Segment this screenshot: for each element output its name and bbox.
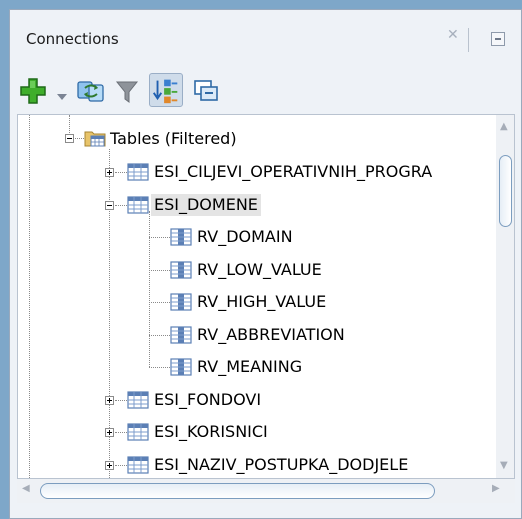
vertical-scrollbar[interactable]: ▲ ▼	[496, 115, 514, 478]
horizontal-scroll-thumb[interactable]	[40, 483, 435, 499]
connections-panel: Connections ✕ Tables (Filtered) ESI_CILJ…	[9, 9, 522, 519]
tree-guide-line	[149, 335, 170, 336]
tree-node-table[interactable]: ESI_KORISNICI	[151, 421, 271, 443]
refresh-icon[interactable]	[75, 76, 107, 106]
header-divider	[468, 28, 469, 52]
tree-guide-line	[149, 211, 150, 367]
table-icon	[127, 162, 149, 182]
tree-guide-line	[149, 270, 170, 271]
table-icon	[127, 390, 149, 410]
scroll-up-icon[interactable]: ▲	[500, 121, 508, 132]
close-icon[interactable]: ✕	[447, 27, 459, 43]
column-icon	[170, 325, 192, 345]
dropdown-arrow-icon[interactable]	[57, 87, 67, 100]
tree-node-column[interactable]: RV_DOMAIN	[194, 226, 296, 248]
panel-title: Connections	[26, 30, 119, 48]
tree-node-table[interactable]: ESI_FONDOVI	[151, 389, 264, 411]
collapse-toggle[interactable]	[105, 201, 114, 210]
tree-guide-line	[69, 115, 70, 135]
tree-guide-line	[115, 432, 127, 433]
tree-guide-line	[115, 205, 127, 206]
expand-toggle[interactable]	[65, 134, 74, 143]
tree-guide-line	[29, 115, 30, 478]
expand-toggle[interactable]	[105, 461, 114, 470]
tree-node-table[interactable]: ESI_CILJEVI_OPERATIVNIH_PROGRA	[151, 161, 435, 183]
connections-tree-area: Tables (Filtered) ESI_CILJEVI_OPERATIVNI…	[17, 114, 515, 479]
column-icon	[170, 292, 192, 312]
tree-node-column[interactable]: RV_ABBREVIATION	[194, 324, 348, 346]
expand-toggle[interactable]	[105, 428, 114, 437]
column-icon	[170, 357, 192, 377]
tree-guide-line	[115, 465, 127, 466]
tree-guide-line	[149, 367, 170, 368]
table-icon	[127, 195, 149, 215]
minimize-icon[interactable]	[491, 32, 505, 46]
toolbar	[10, 72, 521, 112]
tree-node-table[interactable]: ESI_DOMENE	[151, 194, 261, 216]
collapse-all-icon[interactable]	[191, 76, 221, 106]
tree-node-column[interactable]: RV_LOW_VALUE	[194, 259, 325, 281]
tree-guide-line	[115, 172, 127, 173]
column-icon	[170, 260, 192, 280]
connections-tree: Tables (Filtered) ESI_CILJEVI_OPERATIVNI…	[18, 115, 496, 478]
expand-toggle[interactable]	[105, 168, 114, 177]
tree-node-column[interactable]: RV_HIGH_VALUE	[194, 291, 329, 313]
tree-guide-line	[149, 302, 170, 303]
column-icon	[170, 227, 192, 247]
tree-node-table[interactable]: ESI_NAZIV_POSTUPKA_DODJELE	[151, 454, 411, 476]
horizontal-scrollbar[interactable]: ◀ ▶	[17, 479, 515, 503]
tree-node-tables[interactable]: Tables (Filtered)	[107, 128, 240, 150]
panel-header: Connections ✕	[10, 10, 521, 70]
tree-guide-line	[115, 400, 127, 401]
table-icon	[127, 455, 149, 475]
tree-node-column[interactable]: RV_MEANING	[194, 356, 305, 378]
folder-table-icon	[84, 128, 106, 148]
table-icon	[127, 422, 149, 442]
tree-guide-line	[75, 138, 84, 139]
scroll-down-icon[interactable]: ▼	[500, 460, 508, 471]
scroll-left-icon[interactable]: ◀	[22, 483, 30, 494]
filter-icon[interactable]	[114, 76, 140, 106]
expand-toggle[interactable]	[105, 396, 114, 405]
schema-browser-icon[interactable]	[149, 73, 183, 107]
scroll-right-icon[interactable]: ▶	[492, 483, 500, 494]
add-connection-icon[interactable]	[18, 76, 48, 106]
vertical-scroll-thumb[interactable]	[499, 155, 512, 227]
tree-guide-line	[149, 237, 170, 238]
